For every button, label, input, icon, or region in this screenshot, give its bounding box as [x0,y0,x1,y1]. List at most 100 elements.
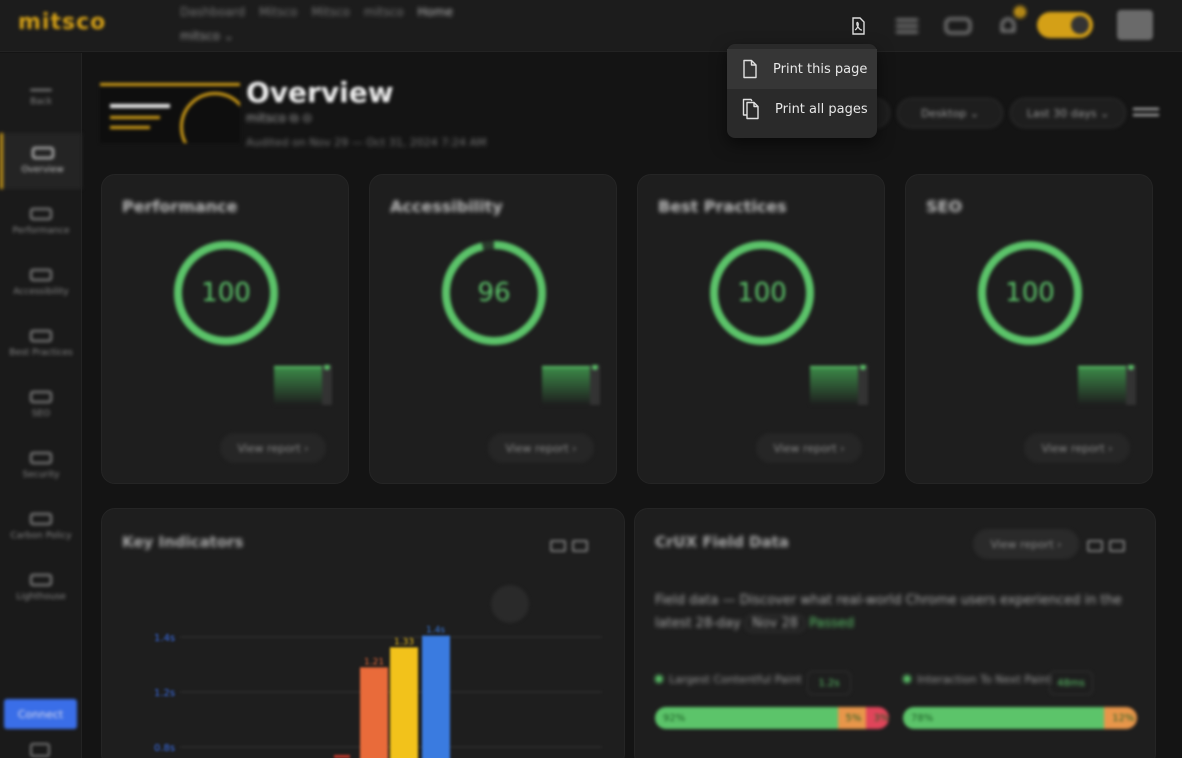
bar-label: 1.4s [426,626,445,636]
chart-bar [390,647,418,758]
audit-meta: Audited on Nov 29 — Oct 31, 2024 7:24 AM [246,136,487,149]
best-practices-icon [30,330,52,342]
distribution-bar-inp: 78% 12% [903,707,1137,729]
sidebar-item-label: Lighthouse [16,592,66,602]
theme-toggle[interactable] [1037,12,1093,38]
site-name-text: mitsco [246,111,286,125]
sidebar-item-best-practices[interactable]: Best Practices [0,316,82,372]
dist-good: 92% [655,707,838,729]
avatar[interactable] [1117,10,1153,40]
print-this-page-item[interactable]: Print this page [727,49,877,89]
score-card: Performance 100 View report › [101,174,349,484]
seo-icon [30,391,52,403]
view-report-button[interactable]: View report › [756,433,862,463]
lighthouse-icon [30,574,52,586]
metric-label-lcp: Largest Contentful Paint [655,673,802,686]
period-select-label: Last 30 days [1026,106,1097,120]
score-card: Best Practices 100 View report › [637,174,885,484]
score-value: 100 [201,278,251,308]
chart-bar [360,667,388,758]
sidebar-item-accessibility[interactable]: Accessibility [0,255,82,311]
print-menu: Print this page Print all pages [727,44,877,138]
settings-icon[interactable] [30,743,50,757]
site-thumbnail [100,83,240,143]
list-icon[interactable] [893,12,921,40]
sidebar-item-overview[interactable]: Overview [0,133,82,189]
security-icon [30,452,52,464]
card-title: Accessibility [390,197,503,216]
breadcrumb-item[interactable]: mitsco [364,5,404,19]
pdf-export-icon[interactable] [844,12,872,40]
bar-label: 1.33 [394,637,414,647]
sidebar-item-label: Back [30,97,52,107]
sidebar-item-back[interactable]: Back [0,70,82,126]
score-value: 100 [737,278,787,308]
performance-icon [30,208,52,220]
breadcrumb-item[interactable]: Mitsco [259,5,298,19]
notification-badge: 2 [1014,6,1026,18]
view-report-button[interactable]: View report › [488,433,594,463]
score-value: 96 [477,278,511,308]
print-all-pages-item[interactable]: Print all pages [727,89,877,129]
sidebar-item-carbon-policy[interactable]: Carbon Policy [0,499,82,555]
y-tick-label: 1.4s [154,633,175,644]
key-indicators-chart: 1.4s 1.2s 0.8s 1.21 1.33 1.4s [154,626,602,758]
connect-button[interactable]: Connect [4,699,77,729]
status-badge: Passed [809,616,855,631]
view-report-label: View report [773,441,837,455]
metric-value-lcp: 1.2s [807,671,851,695]
metric-name: Largest Contentful Paint [669,673,802,686]
dist-poor: 3% [865,707,889,729]
device-select[interactable]: Desktop ⌄ [897,98,1003,128]
move-icon[interactable] [1087,540,1103,552]
filter-icon[interactable] [1133,104,1159,122]
view-report-button[interactable]: View report › [1024,433,1130,463]
back-arrow-icon [30,89,52,91]
breadcrumb: Dashboard Mitsco Mitsco mitsco Home [180,5,463,19]
view-report-label: View report [237,441,301,455]
y-tick-label: 1.2s [154,688,175,699]
view-report-label: View report [990,537,1054,551]
view-report-label: View report [1041,441,1105,455]
chart-bar [422,635,450,758]
panel-actions[interactable] [1087,537,1135,552]
toggle-knob [1071,16,1089,34]
crux-description-text: Field data — Discover what real-world Ch… [655,593,1122,631]
sidebar-item-performance[interactable]: Performance [0,194,82,250]
top-bar: mitsco Dashboard Mitsco Mitsco mitsco Ho… [0,0,1182,52]
expand-icon[interactable] [1109,540,1125,552]
bell-icon[interactable]: 2 [994,6,1026,40]
score-value: 100 [1005,278,1055,308]
score-card: SEO 100 View report › [905,174,1153,484]
view-report-button[interactable]: View report › [973,529,1079,559]
score-sparkline [274,365,332,405]
metric-label-inp: Interaction To Next Paint [903,673,1052,686]
dist-good: 78% [903,707,1105,729]
sidebar-item-label: Carbon Policy [10,531,72,541]
sidebar-item-seo[interactable]: SEO [0,377,82,433]
page-title: Overview [246,76,394,109]
panel-title: CrUX Field Data [655,533,789,551]
card-title: SEO [926,197,963,216]
breadcrumb-item[interactable]: Mitsco [311,5,350,19]
view-report-label: View report [505,441,569,455]
distribution-bar-lcp: 92% 5% 3% [655,707,889,729]
score-card: Accessibility 96 View report › [369,174,617,484]
sidebar-item-label: Best Practices [9,348,73,358]
metric-name: Interaction To Next Paint [917,673,1052,686]
breadcrumb-item[interactable]: Dashboard [180,5,245,19]
score-sparkline [542,365,600,405]
score-sparkline [810,365,868,405]
period-select[interactable]: Last 30 days ⌄ [1010,98,1126,128]
sidebar: Back Overview Performance Accessibility … [0,53,82,758]
documents-icon [742,98,759,120]
accessibility-icon [30,269,52,281]
sidebar-item-security[interactable]: Security [0,438,82,494]
view-report-button[interactable]: View report › [220,433,326,463]
sidebar-item-lighthouse[interactable]: Lighthouse [0,560,82,616]
app-logo[interactable]: mitsco [18,10,106,35]
site-selector[interactable]: mitsco ⌄ [180,29,234,43]
dist-mid: 5% [837,707,866,729]
sidebar-item-label: Overview [21,165,64,175]
tv-icon[interactable] [944,12,972,40]
